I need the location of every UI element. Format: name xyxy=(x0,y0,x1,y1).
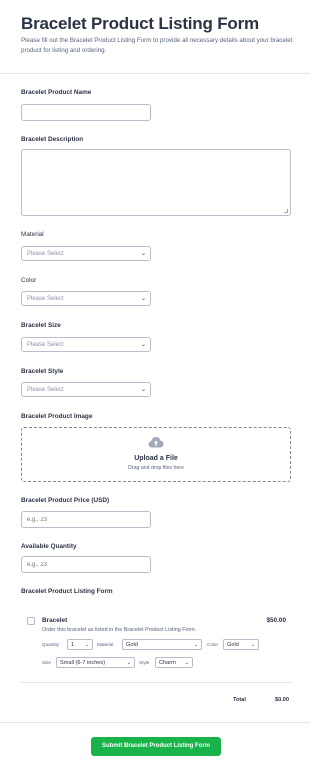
style-option-label: Style xyxy=(139,660,150,665)
cloud-upload-icon xyxy=(148,437,164,448)
chevron-down-icon: ⌄ xyxy=(84,641,89,648)
product-name-input[interactable] xyxy=(21,104,151,121)
file-upload-dropzone[interactable]: Upload a File Drag and drop files here xyxy=(21,427,291,482)
material-placeholder: Please Select xyxy=(27,250,64,257)
product-item: Bracelet $50.00 Order this bracelet as l… xyxy=(21,607,292,683)
chevron-down-icon: ⌄ xyxy=(184,659,189,666)
style-option-select[interactable]: Charm ⌄ xyxy=(155,657,193,668)
upload-title: Upload a File xyxy=(134,455,178,462)
product-name-label: Bracelet Product Name xyxy=(21,89,92,96)
product-price: $50.00 xyxy=(266,617,286,624)
total-label: Total xyxy=(233,697,246,703)
color-option-select[interactable]: Gold ⌄ xyxy=(223,639,259,650)
chevron-down-icon: ⌄ xyxy=(250,641,255,648)
description-textarea[interactable] xyxy=(21,149,291,216)
size-option-value: Small (6-7 inches) xyxy=(60,659,106,666)
quantity-option-value: 1 xyxy=(71,641,75,648)
product-description: Order this bracelet as listed in the Bra… xyxy=(42,626,197,633)
size-option-label: Size xyxy=(42,660,51,665)
page-subtitle: Please fill out the Bracelet Product Lis… xyxy=(21,37,293,54)
style-label: Bracelet Style xyxy=(21,368,64,375)
total-value: $0.00 xyxy=(275,697,289,703)
image-label: Bracelet Product Image xyxy=(21,413,93,420)
chevron-down-icon: ⌄ xyxy=(140,251,146,257)
page-title: Bracelet Product Listing Form xyxy=(21,14,259,33)
style-select[interactable]: Please Select ⌄ xyxy=(21,382,151,397)
color-placeholder: Please Select xyxy=(27,295,64,302)
material-label: Material xyxy=(21,231,44,238)
footer-divider xyxy=(0,722,310,723)
price-input[interactable] xyxy=(21,511,151,528)
resize-handle[interactable] xyxy=(284,209,288,213)
style-placeholder: Please Select xyxy=(27,386,64,393)
chevron-down-icon: ⌄ xyxy=(140,296,146,302)
color-select[interactable]: Please Select ⌄ xyxy=(21,291,151,306)
color-label: Color xyxy=(21,277,37,284)
style-option-value: Charm xyxy=(159,659,176,666)
color-option-label: Color xyxy=(207,642,218,647)
size-placeholder: Please Select xyxy=(27,341,64,348)
description-label: Bracelet Description xyxy=(21,136,84,143)
listing-label: Bracelet Product Listing Form xyxy=(21,588,113,595)
quantity-label: Available Quantity xyxy=(21,543,77,550)
product-checkbox[interactable] xyxy=(27,617,35,625)
upload-subtitle: Drag and drop files here xyxy=(128,465,184,471)
size-label: Bracelet Size xyxy=(21,322,61,329)
chevron-down-icon: ⌄ xyxy=(140,342,146,348)
material-option-value: Gold xyxy=(126,641,138,648)
product-name: Bracelet xyxy=(42,617,68,624)
material-option-select[interactable]: Gold ⌄ xyxy=(122,639,202,650)
chevron-down-icon: ⌄ xyxy=(193,641,198,648)
submit-button[interactable]: Submit Bracelet Product Listing Form xyxy=(91,737,221,756)
material-select[interactable]: Please Select ⌄ xyxy=(21,246,151,261)
color-option-value: Gold xyxy=(227,641,239,648)
quantity-option-label: Quantity xyxy=(42,642,60,647)
size-option-select[interactable]: Small (6-7 inches) ⌄ xyxy=(56,657,135,668)
price-label: Bracelet Product Price (USD) xyxy=(21,497,110,504)
material-option-label: Material xyxy=(97,642,114,647)
chevron-down-icon: ⌄ xyxy=(140,387,146,393)
chevron-down-icon: ⌄ xyxy=(126,659,131,666)
size-select[interactable]: Please Select ⌄ xyxy=(21,337,151,352)
quantity-input[interactable] xyxy=(21,556,151,573)
form-header: Bracelet Product Listing Form Please fil… xyxy=(0,0,310,74)
quantity-option-select[interactable]: 1 ⌄ xyxy=(67,639,93,650)
